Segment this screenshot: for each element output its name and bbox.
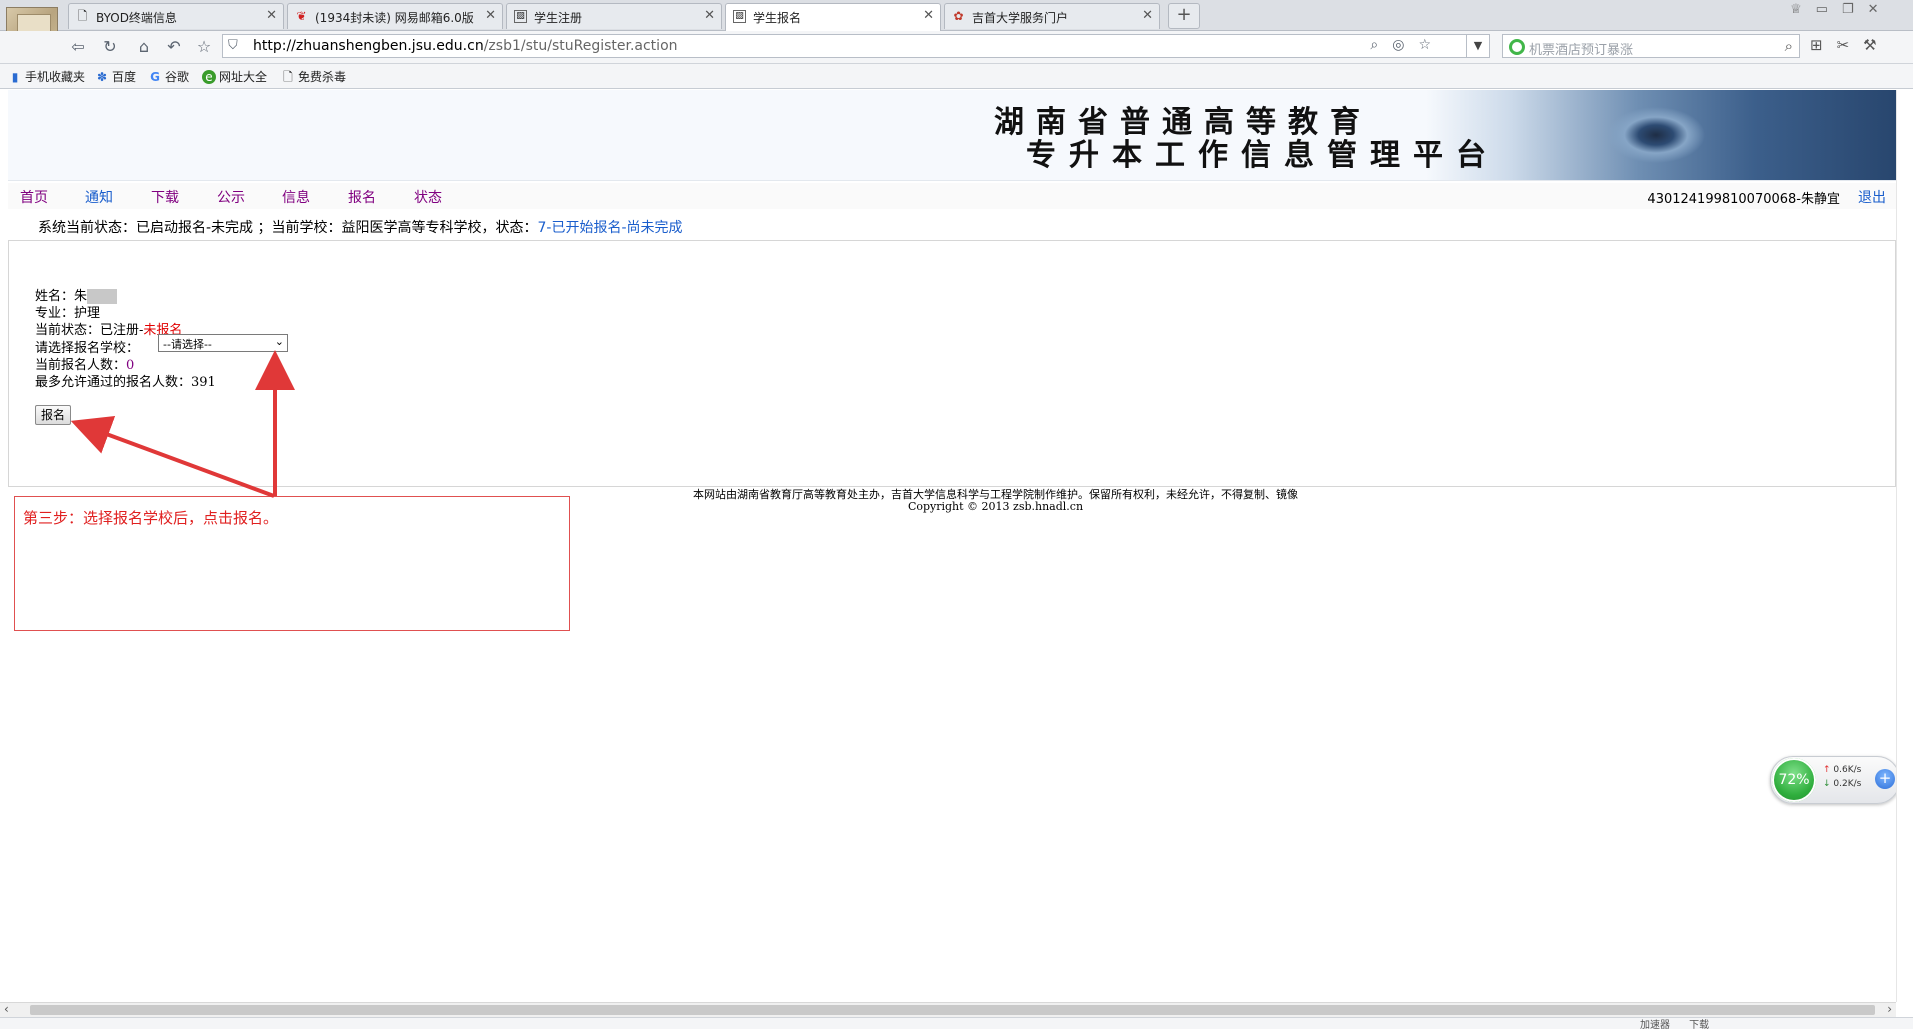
chevron-down-icon: ⌄ bbox=[274, 335, 284, 348]
search-engine-icon bbox=[1509, 39, 1525, 55]
close-icon[interactable]: ✕ bbox=[704, 8, 715, 23]
max-allowed-count: 391 bbox=[191, 375, 216, 390]
baidu-icon: ✽ bbox=[96, 70, 108, 84]
portal-favicon: ✿ bbox=[953, 9, 964, 23]
tab-student-signup[interactable]: ▨ 学生报名 ✕ bbox=[725, 3, 941, 31]
vertical-scrollbar[interactable] bbox=[1896, 90, 1913, 1002]
close-icon[interactable]: ✕ bbox=[485, 8, 496, 23]
bookmark-star-icon[interactable]: ☆ bbox=[1418, 37, 1445, 53]
menu-status[interactable]: 状态 bbox=[414, 187, 442, 207]
menu-notice[interactable]: 通知 bbox=[85, 187, 113, 207]
network-speed-widget[interactable]: 72% ↑ 0.6K/s ↓ 0.2K/s + bbox=[1770, 756, 1900, 804]
close-icon[interactable]: ✕ bbox=[923, 8, 934, 23]
download-speed: ↓ 0.2K/s bbox=[1823, 779, 1862, 789]
instruction-callout: 第三步：选择报名学校后，点击报名。 bbox=[14, 496, 570, 631]
signup-button[interactable]: 报名 bbox=[35, 405, 71, 425]
undo-close-icon[interactable]: ↶ bbox=[164, 37, 184, 57]
memory-usage-ball[interactable]: 72% bbox=[1772, 758, 1816, 802]
skin-icon[interactable]: ♕ bbox=[1790, 2, 1816, 17]
bookmark-mobile[interactable]: ▮ 手机收藏夹 bbox=[8, 68, 85, 85]
scroll-right-icon[interactable]: › bbox=[1887, 1002, 1892, 1016]
window-controls[interactable]: ♕▭❐✕ bbox=[1790, 2, 1913, 22]
home-icon[interactable]: ⌂ bbox=[134, 37, 154, 57]
status-bar: 加速器 下载 bbox=[0, 1017, 1913, 1031]
download-item[interactable]: 下载 bbox=[1689, 1020, 1709, 1031]
max-row: 最多允许通过的报名人数：391 bbox=[35, 375, 216, 390]
mobile-bookmark-icon: ▮ bbox=[11, 70, 19, 84]
close-icon[interactable]: ✕ bbox=[266, 8, 277, 23]
tab-jsu-portal[interactable]: ✿ 吉首大学服务门户 ✕ bbox=[944, 3, 1160, 29]
address-bar[interactable]: ⛉ http://zhuanshengben.jsu.edu.cn/zsb1/s… bbox=[222, 34, 1490, 58]
logout-link[interactable]: 退出 bbox=[1858, 187, 1886, 207]
site-menu: 首页 通知 下载 公示 信息 报名 状态 430124199810070068-… bbox=[8, 183, 1896, 209]
banner-title-line2: 专升本工作信息管理平台 bbox=[1026, 138, 1499, 173]
site-favicon: ▨ bbox=[733, 10, 746, 23]
minimize-icon[interactable]: ▭ bbox=[1816, 2, 1842, 17]
refresh-icon[interactable]: ↻ bbox=[100, 37, 120, 57]
back-icon[interactable]: ⇦ bbox=[68, 37, 88, 57]
address-url[interactable]: http://zhuanshengben.jsu.edu.cn/zsb1/stu… bbox=[253, 38, 678, 54]
favorite-star-icon[interactable]: ☆ bbox=[194, 37, 214, 57]
zoom-icon[interactable]: ⌕ bbox=[1370, 37, 1392, 53]
bookmark-baidu[interactable]: ✽ 百度 bbox=[95, 68, 136, 85]
arrow-down-icon: ↓ bbox=[1823, 779, 1831, 789]
site-favicon: ▨ bbox=[514, 10, 527, 23]
menu-download[interactable]: 下载 bbox=[151, 187, 179, 207]
menu-home[interactable]: 首页 bbox=[20, 187, 48, 207]
screenshot-scissors-icon[interactable]: ✂ bbox=[1837, 36, 1864, 54]
tools-icon[interactable]: ⚒ bbox=[1863, 36, 1890, 54]
address-dropdown-icon[interactable]: ▼ bbox=[1466, 35, 1489, 57]
menu-signup[interactable]: 报名 bbox=[348, 187, 376, 207]
signup-panel: 姓名：朱 专业：护理 当前状态：已注册-未报名 请选择报名学校： --请选择--… bbox=[8, 240, 1896, 487]
apps-grid-icon[interactable]: ⊞ bbox=[1810, 36, 1837, 54]
page-icon: 🗋 bbox=[283, 70, 293, 84]
search-placeholder: 机票酒店预订暴涨 bbox=[1529, 43, 1634, 58]
site-banner: 湖南省普通高等教育 专升本工作信息管理平台 bbox=[8, 90, 1896, 181]
scrollbar-thumb[interactable] bbox=[30, 1005, 1875, 1015]
horizontal-scrollbar[interactable]: ‹ › bbox=[0, 1002, 1896, 1017]
accelerator-item[interactable]: 加速器 bbox=[1640, 1020, 1670, 1031]
google-icon: G bbox=[150, 70, 160, 84]
menu-info[interactable]: 信息 bbox=[282, 187, 310, 207]
close-window-icon[interactable]: ✕ bbox=[1868, 2, 1893, 17]
bookmark-google[interactable]: G 谷歌 bbox=[148, 68, 189, 85]
search-box[interactable]: 机票酒店预订暴涨 ⌕ bbox=[1502, 34, 1800, 58]
accelerate-plus-icon[interactable]: + bbox=[1875, 769, 1895, 789]
navigation-bar: ⇦ ↻ ⌂ ↶ ☆ ⛉ http://zhuanshengben.jsu.edu… bbox=[0, 31, 1913, 64]
scroll-left-icon[interactable]: ‹ bbox=[4, 1002, 9, 1016]
school-select[interactable]: --请选择-- ⌄ bbox=[158, 334, 288, 352]
current-user-id: 430124199810070068-朱静宜 bbox=[1647, 192, 1840, 207]
menu-publicity[interactable]: 公示 bbox=[217, 187, 245, 207]
web-directory-icon: e bbox=[202, 70, 216, 84]
upload-speed: ↑ 0.6K/s bbox=[1823, 765, 1862, 775]
netease-mail-icon: ❦ bbox=[296, 9, 307, 23]
compat-mode-icon[interactable]: ◎ bbox=[1392, 37, 1418, 53]
bookmarks-bar: ▮ 手机收藏夹 ✽ 百度 G 谷歌 e 网址大全 🗋 免费杀毒 bbox=[0, 64, 1913, 89]
security-shield-icon: ⛉ bbox=[228, 38, 238, 53]
tab-netease-mail[interactable]: ❦ (1934封未读) 网易邮箱6.0版 ✕ bbox=[287, 3, 503, 29]
close-icon[interactable]: ✕ bbox=[1142, 8, 1153, 23]
search-icon[interactable]: ⌕ bbox=[1785, 37, 1793, 55]
restore-icon[interactable]: ❐ bbox=[1842, 2, 1868, 17]
arrow-up-icon: ↑ bbox=[1823, 765, 1831, 775]
toolbar-tools[interactable]: ⊞✂⚒ bbox=[1810, 36, 1910, 56]
new-tab-button[interactable]: + bbox=[1168, 3, 1200, 29]
tab-student-register[interactable]: ▨ 学生注册 ✕ bbox=[506, 3, 722, 29]
school-status-value: 7-已开始报名-尚未完成 bbox=[537, 220, 683, 236]
bookmark-web-directory[interactable]: e 网址大全 bbox=[202, 68, 267, 85]
tab-byod[interactable]: 🗋 BYOD终端信息 ✕ bbox=[68, 3, 284, 29]
page-icon: 🗋 bbox=[77, 9, 88, 23]
bookmark-antivirus[interactable]: 🗋 免费杀毒 bbox=[281, 68, 346, 89]
system-status-line: 系统当前状态：已启动报名-未完成 ；当前学校：益阳医学高等专科学校，状态：7-已… bbox=[38, 220, 683, 236]
